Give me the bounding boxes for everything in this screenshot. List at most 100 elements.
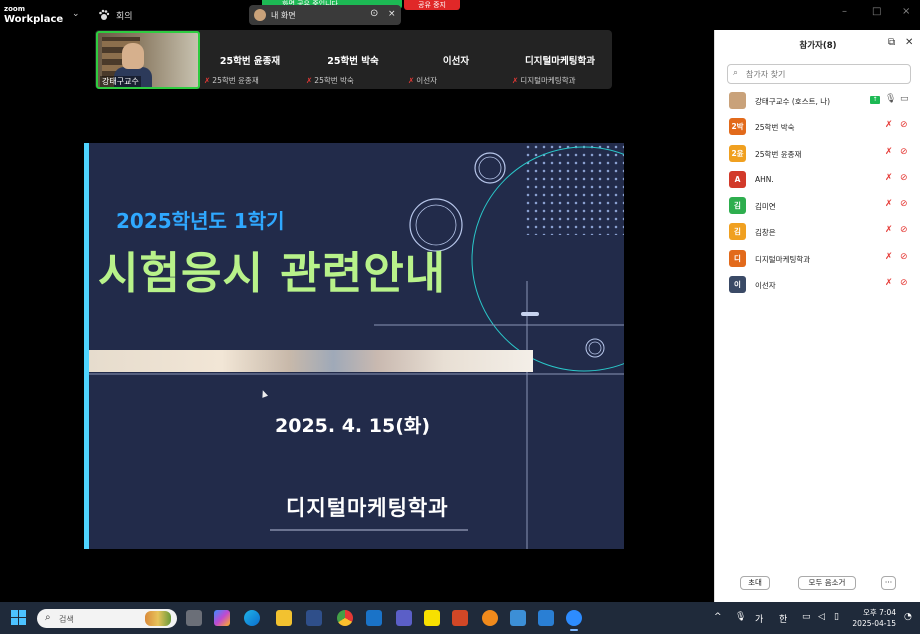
edge-icon[interactable] <box>244 610 260 626</box>
mic-muted-icon[interactable]: ✗ <box>885 252 893 262</box>
battery-icon[interactable]: ▯ <box>834 612 839 622</box>
maximize-icon[interactable]: □ <box>872 6 881 17</box>
camera-off-icon[interactable]: ⊘ <box>900 147 908 157</box>
video-tile[interactable]: 25학번 윤종재 ✗ 25학번 윤종재 <box>200 31 300 89</box>
invite-button[interactable]: 초대 <box>740 576 770 590</box>
minimize-icon[interactable]: – <box>842 6 847 17</box>
store-icon[interactable] <box>306 610 322 626</box>
participant-name: 김미연 <box>755 202 776 212</box>
zoom-logo[interactable]: zoom Workplace <box>4 4 63 25</box>
video-tile[interactable]: 25학번 박숙 ✗ 25학번 박숙 <box>302 31 404 89</box>
participant-name: AHN. <box>755 174 774 184</box>
tile-name: 이선자 <box>442 56 470 67</box>
tile-label: ✗ 25학번 박숙 <box>306 76 354 85</box>
slide-shine-band <box>89 350 533 372</box>
tile-label: ✗ 디지털마케팅학과 <box>512 76 576 85</box>
start-icon[interactable] <box>11 610 27 626</box>
list-item[interactable]: 김 김미연 ✗ ⊘ <box>715 193 920 219</box>
participant-name: 강태구교수 (호스트, 나) <box>755 97 831 106</box>
mic-muted-icon[interactable]: ✗ <box>885 278 893 288</box>
ime-indicator[interactable]: 가 <box>755 612 763 625</box>
avatar: 김 <box>729 197 746 215</box>
list-item[interactable]: 강태구교수 (호스트, 나) ↑ 🎙 ▭ <box>715 88 920 114</box>
mic-icon[interactable]: 🎙 <box>885 94 896 104</box>
search-icon: ⌕ <box>733 68 739 78</box>
paw-icon <box>99 9 110 20</box>
mic-muted-icon[interactable]: ✗ <box>885 199 893 209</box>
mute-all-button[interactable]: 모두 음소거 <box>798 576 856 590</box>
stop-share-button[interactable]: 공유 중지 <box>404 0 460 10</box>
mic-muted-icon: ✗ <box>512 76 519 85</box>
notification-icon[interactable]: ◔ <box>904 612 912 622</box>
more-button[interactable]: ··· <box>881 576 896 590</box>
logo-line1: zoom <box>4 5 25 13</box>
camera-off-icon[interactable]: ⊘ <box>900 173 908 183</box>
copilot-icon[interactable] <box>214 610 230 626</box>
search-icon: ⌕ <box>45 612 51 623</box>
network-icon[interactable]: ▭ <box>802 612 811 622</box>
participant-name: 25학번 박숙 <box>755 123 795 133</box>
list-item[interactable]: 김 김창은 ✗ ⊘ <box>715 219 920 245</box>
mic-muted-icon[interactable]: ✗ <box>885 173 893 183</box>
mic-muted-icon[interactable]: ✗ <box>885 225 893 235</box>
camera-off-icon[interactable]: ⊘ <box>900 225 908 235</box>
participants-panel: 참가자(8) ⧉ ✕ ⌕ 강태구교수 (호스트, 나) ↑ 🎙 ▭ 2박 25학… <box>714 30 920 602</box>
list-item[interactable]: 디 디지털마케팅학과 ✗ ⊘ <box>715 246 920 272</box>
system-clock[interactable]: 오후 7:04 2025-04-15 <box>852 607 896 629</box>
shared-slide: 2025학년도 1학기 시험응시 관련안내 2025. 4. 15(화) 디지털… <box>84 143 624 549</box>
share-control-pill[interactable]: 내 화면 ⊙ × <box>249 5 401 25</box>
chevron-up-icon[interactable]: ^ <box>714 612 722 622</box>
list-item[interactable]: 2윤 25학번 윤종재 ✗ ⊘ <box>715 141 920 167</box>
meeting-tab[interactable]: 회의 <box>116 9 133 22</box>
mic-muted-icon[interactable]: ✗ <box>885 120 893 130</box>
notepad-icon[interactable] <box>510 610 526 626</box>
powerpoint-icon[interactable] <box>452 610 468 626</box>
windows-taskbar: ⌕ 검색 ^ 🎙 가 한 ▭ ◁ ▯ 오후 7:04 2025-04-15 ◔ <box>0 602 920 634</box>
slide-subtitle: 2025학년도 1학기 <box>116 209 285 233</box>
avatar: A <box>729 170 746 188</box>
search-highlight-icon <box>145 611 171 626</box>
share-pill-label: 내 화면 <box>271 11 296 20</box>
video-tile[interactable]: 이선자 ✗ 이선자 <box>404 31 508 89</box>
person-head <box>122 43 144 69</box>
taskbar-search-label: 검색 <box>59 615 74 624</box>
chrome-icon[interactable] <box>337 610 353 626</box>
task-view-icon[interactable] <box>186 610 202 626</box>
participant-list: 강태구교수 (호스트, 나) ↑ 🎙 ▭ 2박 25학번 박숙 ✗ ⊘ 2윤 2… <box>715 88 920 298</box>
avatar: 2윤 <box>729 144 746 162</box>
zoom-window: zoom Workplace ⌄ 회의 화면 공유 중입니다 공유 중지 내 화… <box>0 0 920 634</box>
list-item[interactable]: A AHN. ✗ ⊘ <box>715 167 920 193</box>
teams-icon[interactable] <box>396 610 412 626</box>
file-explorer-icon[interactable] <box>276 610 292 626</box>
ime-mode[interactable]: 한 <box>779 612 787 625</box>
camera-off-icon[interactable]: ⊘ <box>900 252 908 262</box>
taskbar-search[interactable]: ⌕ 검색 <box>37 609 177 628</box>
kakaotalk-icon[interactable] <box>424 610 440 626</box>
outlook-icon[interactable] <box>366 610 382 626</box>
photos-icon[interactable] <box>538 610 554 626</box>
tile-name: 25학번 박숙 <box>327 56 379 67</box>
mic-tray-icon[interactable]: 🎙 <box>735 612 746 622</box>
list-item[interactable]: 이 이선자 ✗ ⊘ <box>715 272 920 298</box>
search-app-icon[interactable] <box>482 610 498 626</box>
avatar: 이 <box>729 276 746 294</box>
window-close-icon[interactable]: × <box>902 6 910 17</box>
camera-off-icon[interactable]: ⊘ <box>900 278 908 288</box>
camera-off-icon[interactable]: ⊘ <box>900 120 908 130</box>
close-icon[interactable]: × <box>388 9 396 19</box>
zoom-taskbar-icon[interactable] <box>566 610 582 631</box>
camera-icon[interactable]: ▭ <box>900 94 909 104</box>
chevron-down-icon[interactable]: ⌄ <box>72 9 80 19</box>
participant-search-input[interactable] <box>727 64 911 84</box>
stop-share-label: 공유 중지 <box>418 1 446 9</box>
self-video-tile[interactable]: 강태구교수 <box>96 31 200 89</box>
list-item[interactable]: 2박 25학번 박숙 ✗ ⊘ <box>715 114 920 140</box>
volume-icon[interactable]: ◁ <box>818 612 825 622</box>
top-bar: zoom Workplace ⌄ 회의 화면 공유 중입니다 공유 중지 내 화… <box>0 0 714 30</box>
camera-off-icon[interactable]: ⊘ <box>900 199 908 209</box>
close-icon[interactable]: ✕ <box>905 37 913 48</box>
video-tile[interactable]: 디지털마케팅학과 ✗ 디지털마케팅학과 <box>508 31 612 89</box>
more-icon[interactable]: ⊙ <box>370 8 378 19</box>
mic-muted-icon[interactable]: ✗ <box>885 147 893 157</box>
popout-icon[interactable]: ⧉ <box>888 37 895 48</box>
